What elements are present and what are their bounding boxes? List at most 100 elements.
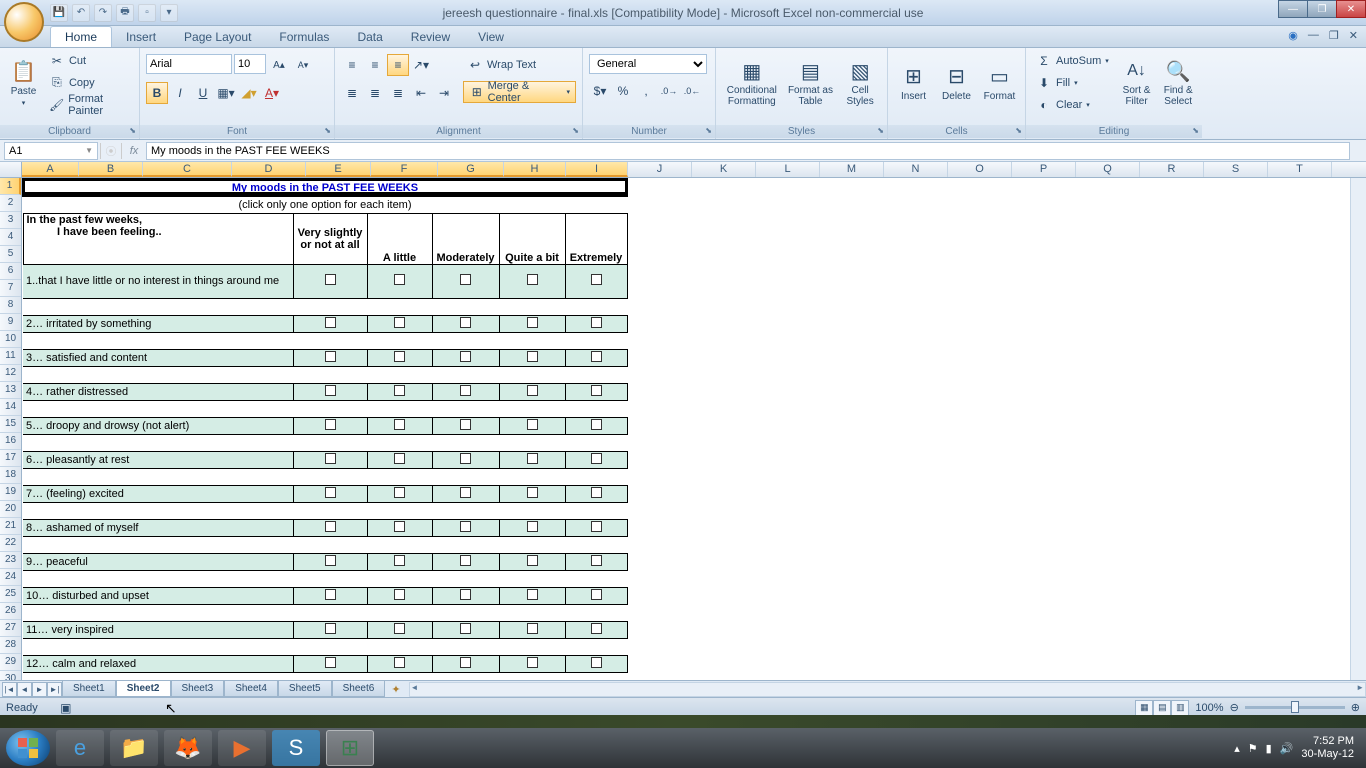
taskbar-media-icon[interactable]: ▶ (218, 730, 266, 766)
column-header[interactable]: F (371, 162, 438, 177)
checkbox[interactable] (394, 555, 405, 566)
taskbar-skype-icon[interactable]: S (272, 730, 320, 766)
tray-flag-icon[interactable]: ⚑ (1248, 742, 1258, 755)
checkbox[interactable] (394, 351, 405, 362)
align-top-button[interactable]: ≡ (341, 54, 363, 76)
copy-button[interactable]: ⎘Copy (45, 72, 133, 93)
tray-volume-icon[interactable]: 🔊 (1280, 742, 1294, 755)
checkbox[interactable] (591, 521, 602, 532)
checkbox[interactable] (591, 453, 602, 464)
checkbox[interactable] (460, 623, 471, 634)
checkbox[interactable] (591, 385, 602, 396)
checkbox[interactable] (325, 487, 336, 498)
checkbox[interactable] (325, 521, 336, 532)
checkbox[interactable] (460, 453, 471, 464)
conditional-formatting-button[interactable]: ▦Conditional Formatting (722, 50, 782, 116)
row-header[interactable]: 21 (0, 518, 21, 535)
row-header[interactable]: 27 (0, 620, 21, 637)
sheet-tab[interactable]: Sheet2 (116, 681, 171, 697)
column-header[interactable]: E (306, 162, 371, 177)
checkbox[interactable] (527, 317, 538, 328)
tab-view[interactable]: View (464, 27, 518, 47)
taskbar-excel-icon[interactable]: ⊞ (326, 730, 374, 766)
font-name-combo[interactable] (146, 54, 232, 74)
row-header[interactable]: 18 (0, 467, 21, 484)
next-sheet-button[interactable]: ► (32, 682, 47, 697)
horizontal-scrollbar[interactable] (409, 682, 1366, 697)
orientation-button[interactable]: ↗▾ (410, 54, 432, 76)
border-button[interactable]: ▦▾ (215, 82, 237, 104)
column-header[interactable]: N (884, 162, 948, 177)
checkbox[interactable] (460, 317, 471, 328)
column-header[interactable]: P (1012, 162, 1076, 177)
zoom-slider[interactable] (1245, 706, 1345, 709)
tab-insert[interactable]: Insert (112, 27, 170, 47)
tray-clock[interactable]: 7:52 PM 30-May-12 (1301, 735, 1360, 761)
checkbox[interactable] (527, 521, 538, 532)
align-left-button[interactable]: ≣ (341, 82, 363, 104)
checkbox[interactable] (325, 555, 336, 566)
checkbox[interactable] (394, 453, 405, 464)
checkbox[interactable] (527, 487, 538, 498)
row-header[interactable]: 4 (0, 229, 21, 246)
row-header[interactable]: 30 (0, 671, 21, 680)
row-header[interactable]: 5 (0, 246, 21, 263)
row-header[interactable]: 3 (0, 212, 21, 229)
row-header[interactable]: 26 (0, 603, 21, 620)
row-header[interactable]: 13 (0, 382, 21, 399)
tab-home[interactable]: Home (50, 26, 112, 47)
column-header[interactable]: R (1140, 162, 1204, 177)
tray-network-icon[interactable]: ▮ (1266, 742, 1272, 755)
row-header[interactable]: 15 (0, 416, 21, 433)
align-center-button[interactable]: ≣ (364, 82, 386, 104)
checkbox[interactable] (591, 274, 602, 285)
autosum-button[interactable]: ΣAutoSum▾ (1032, 50, 1113, 71)
row-header[interactable]: 23 (0, 552, 21, 569)
percent-button[interactable]: % (612, 80, 634, 102)
row-header[interactable]: 9 (0, 314, 21, 331)
row-header[interactable]: 20 (0, 501, 21, 518)
last-sheet-button[interactable]: ►| (47, 682, 62, 697)
vertical-scrollbar[interactable] (1350, 178, 1366, 680)
checkbox[interactable] (591, 623, 602, 634)
minimize-ribbon-icon[interactable]: — (1308, 29, 1319, 42)
checkbox[interactable] (394, 657, 405, 668)
row-header[interactable]: 19 (0, 484, 21, 501)
checkbox[interactable] (591, 657, 602, 668)
checkbox[interactable] (591, 487, 602, 498)
zoom-level[interactable]: 100% (1195, 702, 1223, 714)
checkbox[interactable] (527, 657, 538, 668)
page-break-view-button[interactable]: ▥ (1171, 700, 1189, 716)
checkbox[interactable] (394, 623, 405, 634)
checkbox[interactable] (325, 351, 336, 362)
fill-button[interactable]: ⬇Fill▾ (1032, 72, 1113, 93)
underline-button[interactable]: U (192, 82, 214, 104)
minimize-button[interactable]: — (1278, 0, 1308, 18)
checkbox[interactable] (527, 274, 538, 285)
column-header[interactable]: D (232, 162, 306, 177)
column-header[interactable]: S (1204, 162, 1268, 177)
formula-input[interactable]: My moods in the PAST FEE WEEKS (146, 142, 1350, 160)
checkbox[interactable] (591, 419, 602, 430)
column-header[interactable]: Q (1076, 162, 1140, 177)
cut-button[interactable]: ✂Cut (45, 50, 133, 71)
row-header[interactable]: 12 (0, 365, 21, 382)
checkbox[interactable] (325, 623, 336, 634)
page-layout-view-button[interactable]: ▤ (1153, 700, 1171, 716)
comma-button[interactable]: , (635, 80, 657, 102)
column-header[interactable]: L (756, 162, 820, 177)
insert-sheet-icon[interactable]: ✦ (391, 683, 400, 696)
column-header[interactable]: I (566, 162, 628, 177)
font-color-button[interactable]: A▾ (261, 82, 283, 104)
maximize-button[interactable]: ❐ (1307, 0, 1337, 18)
normal-view-button[interactable]: ▦ (1135, 700, 1153, 716)
taskbar-explorer-icon[interactable]: 📁 (110, 730, 158, 766)
find-select-button[interactable]: 🔍Find & Select (1160, 50, 1196, 116)
row-header[interactable]: 6 (0, 263, 21, 280)
checkbox[interactable] (460, 657, 471, 668)
merge-center-button[interactable]: ⊞Merge & Center▾ (463, 81, 576, 103)
align-right-button[interactable]: ≣ (387, 82, 409, 104)
fill-color-button[interactable]: ◢▾ (238, 82, 260, 104)
decrease-decimal-button[interactable]: .0← (681, 80, 703, 102)
checkbox[interactable] (325, 274, 336, 285)
